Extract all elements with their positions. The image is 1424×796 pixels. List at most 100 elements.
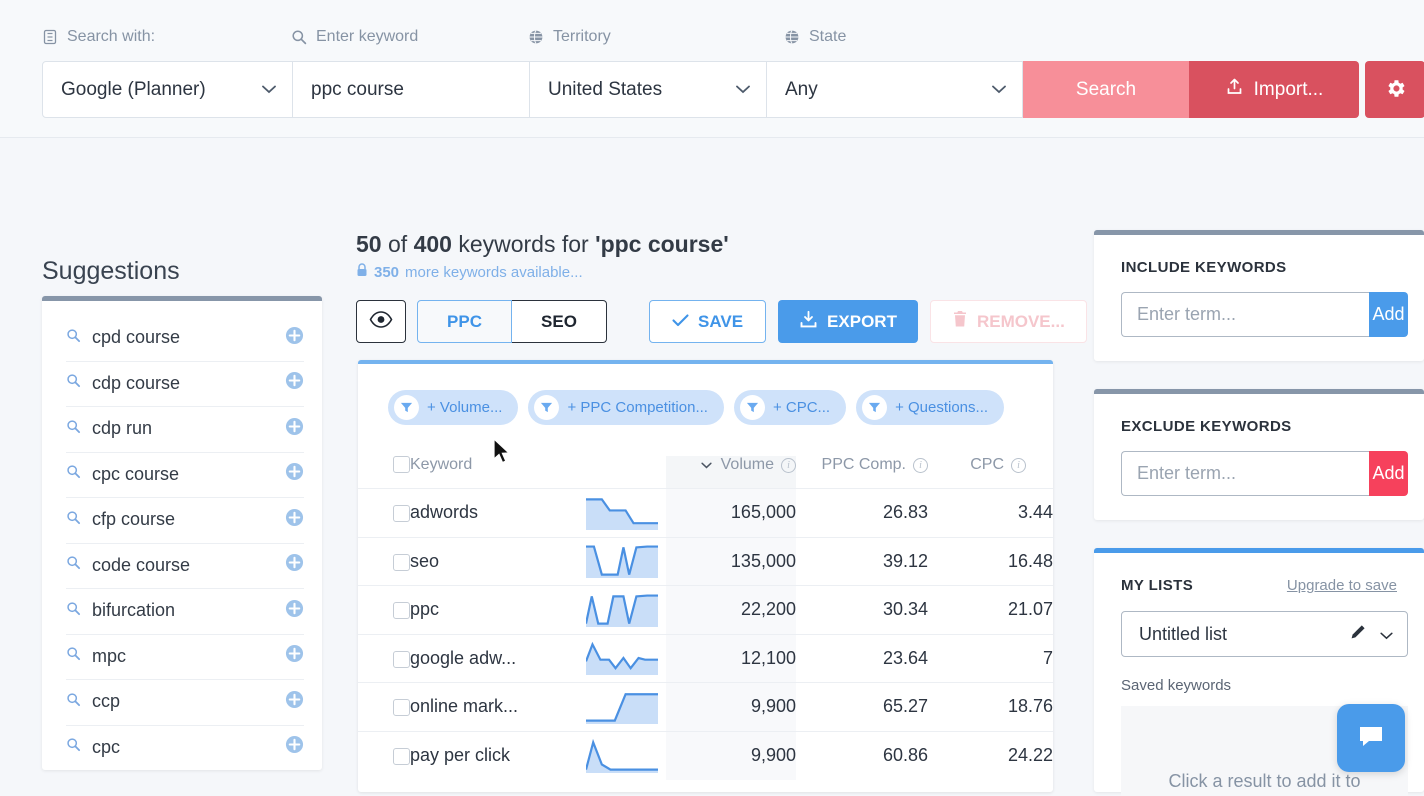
save-button[interactable]: SAVE [649,300,767,343]
table-row[interactable]: ppc 22,200 30.34 21.07 [358,585,1053,634]
results-title: 50 of 400 keywords for 'ppc course' [356,231,729,257]
row-ppc-comp-cell: 39.12 [796,536,928,586]
engine-select[interactable]: Google (Planner) [42,61,293,118]
select-all-checkbox[interactable] [393,456,410,474]
trend-sparkline [586,739,658,773]
table-row[interactable]: google adw... 12,100 23.64 7 [358,633,1053,683]
import-button[interactable]: Import... [1189,61,1359,118]
suggestion-item[interactable]: cdp run [42,406,322,452]
include-term-input[interactable] [1121,292,1369,337]
add-suggestion-icon[interactable] [285,644,304,668]
chevron-down-icon [736,81,750,99]
add-suggestion-icon[interactable] [285,371,304,395]
suggestion-item[interactable]: cpc course [42,451,322,498]
table-row[interactable]: adwords 165,000 26.83 3.44 [358,488,1053,537]
filter-icon [862,395,888,420]
add-suggestion-icon[interactable] [285,735,304,759]
add-suggestion-icon[interactable] [285,508,304,532]
suggestion-item[interactable]: code course [42,542,322,589]
row-checkbox[interactable] [393,699,410,716]
row-checkbox[interactable] [393,602,410,619]
list-select[interactable]: Untitled list [1121,611,1408,657]
tab-ppc[interactable]: PPC [417,300,512,343]
row-select-cell [358,536,410,586]
label-text: Enter keyword [316,28,419,45]
suggestion-label: code course [92,554,191,575]
suggestion-item[interactable]: bifurcation [42,588,322,634]
search-icon [66,646,92,666]
filter-chips: + Volume... + PPC Competition... + CPC..… [358,364,1053,425]
trend-sparkline [586,593,658,627]
label-territory: Territory [528,28,611,46]
search-icon [66,692,92,712]
row-checkbox[interactable] [393,553,410,571]
info-icon[interactable]: i [781,457,796,473]
add-suggestion-icon[interactable] [285,326,304,350]
keyword-input-wrap[interactable]: ppc course [293,61,530,118]
saved-keywords-empty-text: Click a result to add it to [1168,771,1361,791]
keyword-input[interactable]: ppc course [293,79,404,101]
suggestion-label: cpd course [92,327,181,348]
filter-chip-ppc-competition[interactable]: + PPC Competition... [528,390,724,425]
filter-chip-questions[interactable]: + Questions... [856,390,1005,425]
tab-seo[interactable]: SEO [512,300,607,343]
row-volume-cell: 9,900 [666,730,796,780]
row-volume-cell: 9,900 [666,682,796,731]
column-header-volume[interactable]: Volume i [666,456,796,489]
preview-toggle-button[interactable] [356,300,406,343]
add-suggestion-icon[interactable] [285,417,304,441]
search-button[interactable]: Search [1023,61,1189,118]
include-add-button[interactable]: Add [1369,292,1408,337]
row-keyword-cell: online mark... [410,682,666,731]
table-row[interactable]: online mark... 9,900 65.27 18.76 [358,682,1053,731]
settings-button[interactable] [1365,61,1424,118]
column-header-keyword[interactable]: Keyword [410,456,666,489]
add-suggestion-icon[interactable] [285,553,304,577]
state-select[interactable]: Any [767,61,1023,118]
territory-select[interactable]: United States [530,61,767,118]
column-label: PPC Comp. [821,456,906,473]
label-text: Territory [553,28,611,45]
upgrade-to-save-link[interactable]: Upgrade to save [1287,577,1397,594]
add-suggestion-icon[interactable] [285,599,304,623]
chip-label: + PPC Competition... [567,399,708,416]
column-header-ppc-comp[interactable]: PPC Comp. i [796,456,928,489]
territory-value: United States [548,78,663,100]
add-suggestion-icon[interactable] [285,690,304,714]
row-checkbox[interactable] [393,505,410,522]
info-icon[interactable]: i [1011,457,1026,473]
chevron-down-icon [701,456,712,474]
row-cpc-cell: 21.07 [928,585,1053,634]
import-label: Import... [1253,78,1324,100]
table-row[interactable]: seo 135,000 39.12 16.48 [358,536,1053,586]
export-button[interactable]: EXPORT [778,300,918,343]
chevron-down-icon [262,81,276,99]
exclude-term-input[interactable] [1121,451,1369,496]
pencil-icon[interactable] [1350,624,1366,645]
locked-keywords-notice[interactable]: 350 more keywords available... [356,263,583,281]
row-ppc-comp-cell: 26.83 [796,488,928,537]
filter-chip-cpc[interactable]: + CPC... [733,390,847,425]
remove-button[interactable]: REMOVE... [929,300,1087,343]
suggestion-item[interactable]: cfp course [42,497,322,543]
suggestion-item[interactable]: cpd course [42,315,322,361]
add-suggestion-icon[interactable] [285,462,304,486]
row-volume-cell: 165,000 [666,488,796,537]
filter-chip-volume[interactable]: + Volume... [388,390,519,425]
info-icon[interactable]: i [913,457,928,473]
suggestion-item[interactable]: cdp course [42,360,322,407]
exclude-add-button[interactable]: Add [1369,451,1408,496]
suggestion-item[interactable]: ccp [42,679,322,725]
table-row[interactable]: pay per click 9,900 60.86 24.22 [358,730,1053,780]
chat-button[interactable] [1337,704,1405,772]
suggestion-label: cpc [92,736,121,757]
row-checkbox[interactable] [393,650,410,668]
row-select-cell [358,682,410,731]
keyword-text: pay per click [410,745,511,765]
suggestion-item[interactable]: cpc [42,724,322,771]
row-checkbox[interactable] [393,747,410,765]
column-header-cpc[interactable]: CPC i [928,456,1053,489]
label-text: State [809,28,847,45]
gear-icon [1384,77,1407,103]
suggestion-item[interactable]: mpc [42,633,322,680]
